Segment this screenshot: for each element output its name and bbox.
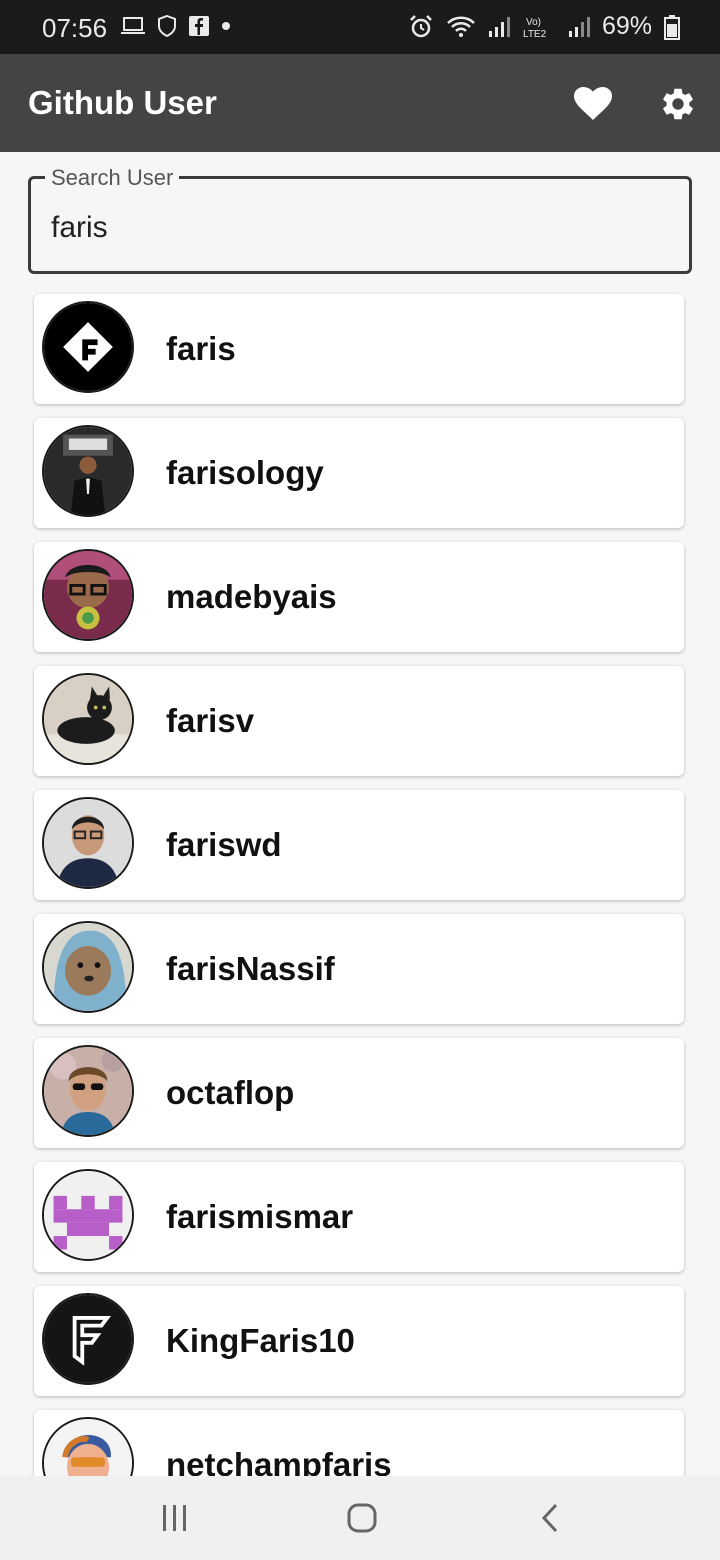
black-logo-avatar xyxy=(44,1295,132,1383)
heart-icon xyxy=(574,87,612,120)
shield-icon xyxy=(158,14,176,38)
status-system-icons: Vo) LTE2 69% xyxy=(408,12,680,41)
user-list[interactable]: faris farisology madebyais farisv farisw… xyxy=(34,294,686,1534)
avatar xyxy=(42,797,134,889)
avatar xyxy=(42,549,134,641)
man-with-glasses-photo xyxy=(44,551,132,639)
user-login: farismismar xyxy=(166,1198,354,1235)
user-card[interactable]: farisNassif xyxy=(34,914,684,1024)
user-login: faris xyxy=(166,330,236,367)
facebook-icon xyxy=(189,16,209,36)
search-label: Search User xyxy=(45,165,180,191)
user-login: KingFaris10 xyxy=(166,1322,355,1359)
avatar xyxy=(42,921,134,1013)
navigation-bar xyxy=(0,1476,720,1560)
status-notification-icons xyxy=(120,14,232,38)
search-input[interactable] xyxy=(49,207,653,249)
battery-percent: 69% xyxy=(601,12,652,40)
user-card[interactable]: fariswd xyxy=(34,790,684,900)
back-icon xyxy=(541,1503,558,1533)
gear-icon xyxy=(663,88,693,120)
user-card[interactable]: farisology xyxy=(34,418,684,528)
man-portrait-photo xyxy=(44,799,132,887)
volte-icon: Vo)LTE2 xyxy=(523,17,547,40)
battery-icon xyxy=(664,14,680,40)
wifi-icon xyxy=(447,16,475,37)
alarm-icon xyxy=(410,14,432,37)
avatar xyxy=(42,1045,134,1137)
status-time: 07:56 xyxy=(42,13,108,43)
user-login: farisology xyxy=(166,454,324,491)
purple-identicon xyxy=(44,1171,132,1259)
avatar xyxy=(42,425,134,517)
favorites-button[interactable] xyxy=(573,84,613,124)
user-login: farisv xyxy=(166,702,255,739)
home-icon xyxy=(347,1503,377,1533)
back-button[interactable] xyxy=(528,1496,572,1540)
recent-apps-button[interactable] xyxy=(153,1496,197,1540)
recent-apps-icon xyxy=(163,1505,186,1531)
avatar xyxy=(42,1293,134,1385)
home-button[interactable] xyxy=(340,1496,384,1540)
black-logo-avatar xyxy=(44,303,132,391)
user-card[interactable]: octaflop xyxy=(34,1038,684,1148)
user-card[interactable]: KingFaris10 xyxy=(34,1286,684,1396)
user-card[interactable]: farismismar xyxy=(34,1162,684,1272)
user-card[interactable]: farisv xyxy=(34,666,684,776)
signal-icon xyxy=(488,16,510,37)
avatar xyxy=(42,673,134,765)
user-login: fariswd xyxy=(166,826,282,863)
svg-text:LTE2: LTE2 xyxy=(523,29,547,40)
user-login: madebyais xyxy=(166,578,337,615)
app-title: Github User xyxy=(28,84,217,121)
black-cat-photo xyxy=(44,675,132,763)
dog-in-hoodie-photo xyxy=(44,923,132,1011)
user-card[interactable]: faris xyxy=(34,294,684,404)
man-in-suit-photo xyxy=(44,427,132,515)
laptop-icon xyxy=(121,17,145,34)
man-sunglasses-photo xyxy=(44,1047,132,1135)
status-bar: 07:56 Vo) LTE2 69% xyxy=(0,0,720,54)
user-card[interactable]: madebyais xyxy=(34,542,684,652)
avatar xyxy=(42,301,134,393)
avatar xyxy=(42,1169,134,1261)
app-bar: Github User xyxy=(0,54,720,152)
dot-icon xyxy=(222,22,230,30)
user-login: farisNassif xyxy=(166,950,335,987)
settings-button[interactable] xyxy=(658,84,698,124)
search-field[interactable]: Search User xyxy=(28,165,692,274)
user-login: octaflop xyxy=(166,1074,295,1111)
signal-icon-2 xyxy=(568,16,590,37)
svg-text:Vo): Vo) xyxy=(526,17,541,28)
